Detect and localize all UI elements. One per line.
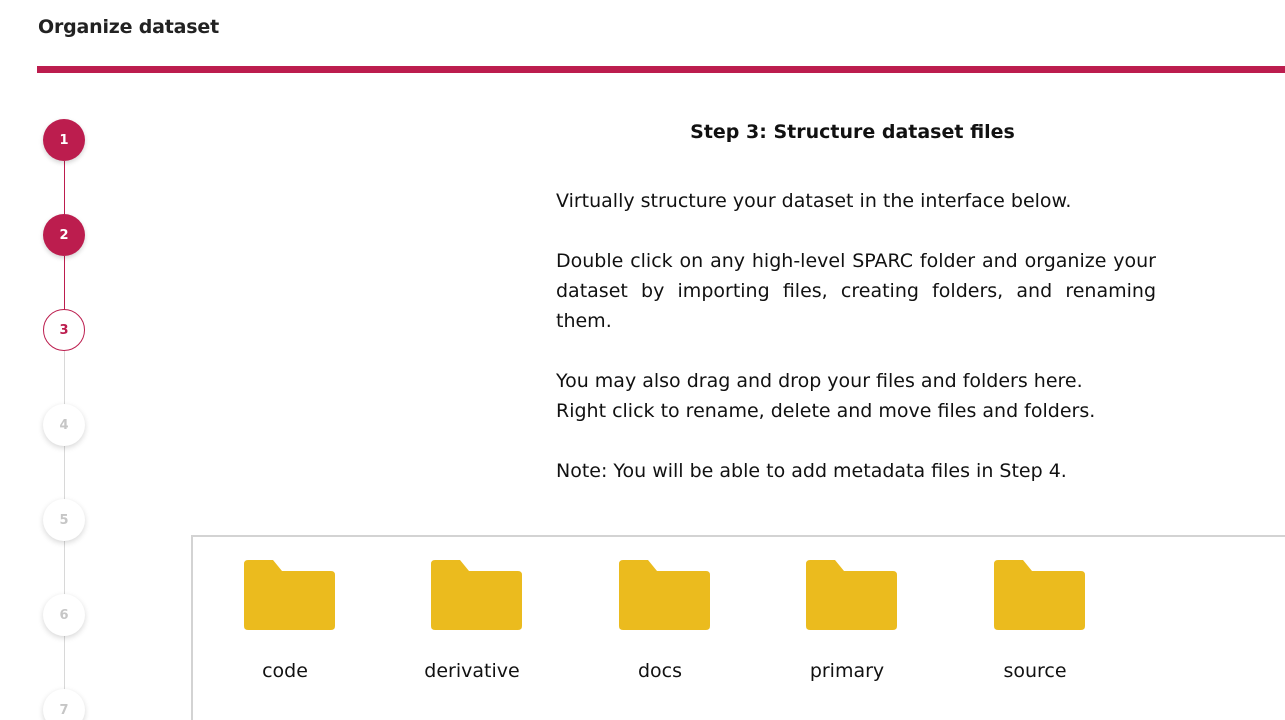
folder-derivative[interactable]: derivative — [392, 560, 552, 690]
step-instructions: Virtually structure your dataset in the … — [556, 186, 1156, 516]
step-1[interactable]: 1 — [43, 119, 85, 161]
step-7[interactable]: 7 — [43, 689, 85, 720]
step-connector — [63, 351, 65, 405]
step-6[interactable]: 6 — [43, 594, 85, 636]
instruction-double-click: Double click on any high-level SPARC fol… — [556, 250, 1156, 332]
step-connector — [63, 256, 65, 310]
step-title: Step 3: Structure dataset files — [690, 121, 1015, 143]
file-explorer[interactable]: code derivative docs primary source — [191, 535, 1285, 720]
step-connector — [63, 636, 65, 690]
step-5[interactable]: 5 — [43, 499, 85, 541]
folder-label: source — [1003, 660, 1067, 682]
folder-label: primary — [809, 660, 885, 682]
instruction-drag-drop: You may also drag and drop your files an… — [556, 366, 1156, 426]
folder-label: derivative — [424, 660, 520, 682]
folder-icon — [619, 560, 710, 630]
step-3[interactable]: 3 — [43, 309, 85, 351]
folder-primary[interactable]: primary — [767, 560, 927, 690]
folder-code[interactable]: code — [205, 560, 365, 690]
instruction-intro: Virtually structure your dataset in the … — [556, 190, 1072, 212]
folder-docs[interactable]: docs — [580, 560, 740, 690]
step-connector — [63, 161, 65, 215]
header-accent-bar — [37, 66, 1285, 73]
folder-icon — [431, 560, 522, 630]
instruction-right-click-line: Right click to rename, delete and move f… — [556, 400, 1096, 422]
instruction-drag-line: You may also drag and drop your files an… — [556, 370, 1083, 392]
step-2[interactable]: 2 — [43, 214, 85, 256]
folder-label: docs — [637, 660, 683, 682]
progress-stepper: 1 2 3 4 5 6 7 — [0, 0, 130, 720]
folder-source[interactable]: source — [955, 560, 1115, 690]
step-connector — [63, 446, 65, 500]
step-4[interactable]: 4 — [43, 404, 85, 446]
folder-icon — [244, 560, 335, 630]
folder-icon — [806, 560, 897, 630]
folder-label: code — [262, 660, 308, 682]
folder-icon — [994, 560, 1085, 630]
step-connector — [63, 541, 65, 595]
instruction-note: Note: You will be able to add metadata f… — [556, 460, 1067, 482]
